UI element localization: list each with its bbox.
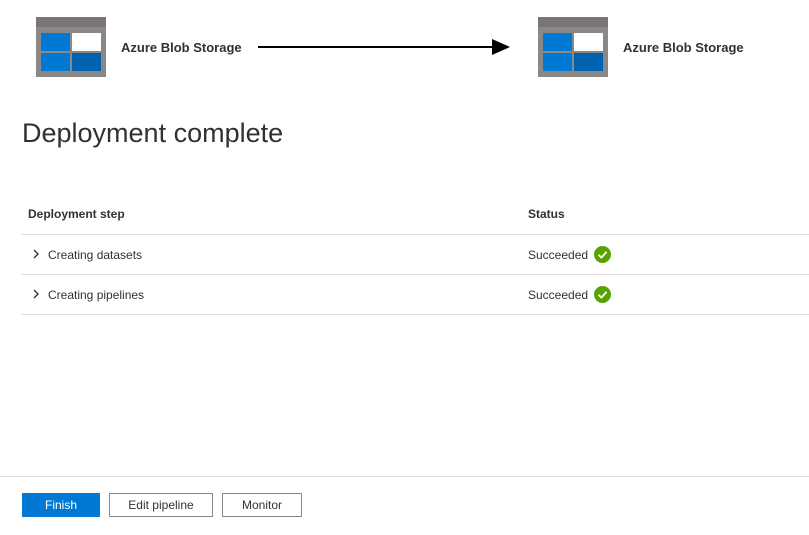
- blob-storage-icon: [538, 17, 608, 77]
- status-text: Succeeded: [528, 288, 589, 302]
- column-header-status: Status: [528, 207, 565, 221]
- destination-label: Azure Blob Storage: [623, 40, 744, 55]
- status-text: Succeeded: [528, 248, 589, 262]
- step-label: Creating datasets: [48, 248, 143, 262]
- blob-storage-icon: [36, 17, 106, 77]
- edit-pipeline-button[interactable]: Edit pipeline: [109, 493, 213, 517]
- chevron-right-icon[interactable]: [31, 248, 41, 260]
- deployment-table: Deployment step Status Creating datasets…: [21, 194, 809, 315]
- table-row[interactable]: Creating datasets Succeeded: [21, 235, 809, 275]
- table-row[interactable]: Creating pipelines Succeeded: [21, 275, 809, 315]
- page-title: Deployment complete: [22, 118, 284, 148]
- deployment-page: Azure Blob Storage Azure Blob Storage De…: [0, 0, 809, 535]
- monitor-button[interactable]: Monitor: [222, 493, 302, 517]
- table-header: Deployment step Status: [21, 194, 809, 235]
- arrow-right-icon: [258, 39, 510, 55]
- step-label: Creating pipelines: [48, 288, 145, 302]
- success-check-icon: [594, 286, 611, 303]
- source-label: Azure Blob Storage: [121, 40, 242, 55]
- success-check-icon: [594, 246, 611, 263]
- column-header-step: Deployment step: [28, 207, 125, 221]
- finish-button[interactable]: Finish: [22, 493, 100, 517]
- footer-divider: [0, 476, 809, 477]
- chevron-right-icon[interactable]: [31, 288, 41, 300]
